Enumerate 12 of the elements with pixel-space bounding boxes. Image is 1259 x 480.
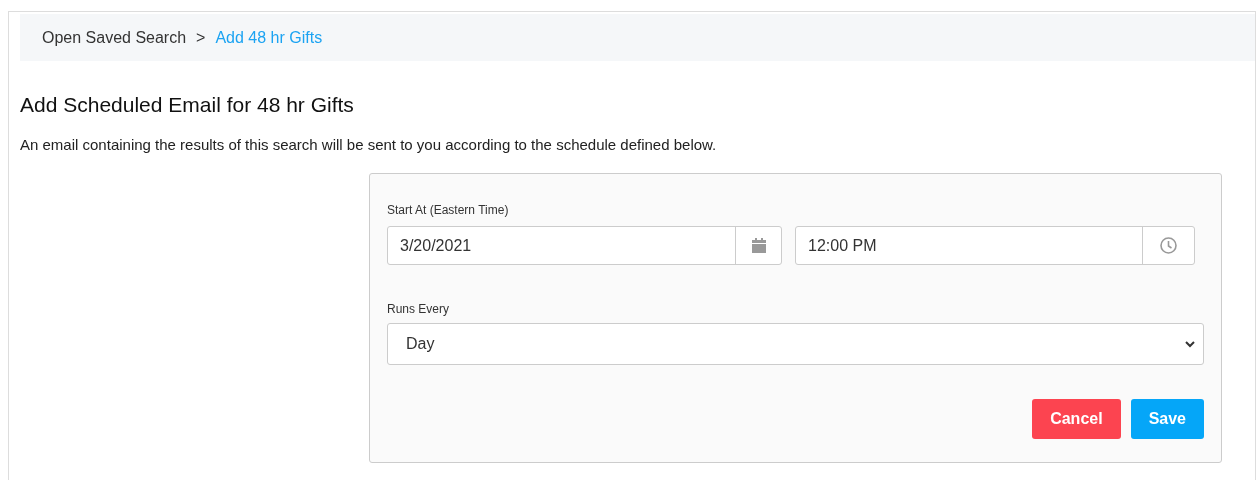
time-field[interactable]: 12:00 PM xyxy=(795,226,1195,265)
page-title: Add Scheduled Email for 48 hr Gifts xyxy=(20,92,355,118)
date-field[interactable]: 3/20/2021 xyxy=(387,226,782,265)
chevron-down-icon xyxy=(1185,340,1195,348)
clock-icon xyxy=(1160,237,1177,254)
description: An email containing the results of this search will be sent to you according to the schedule defined below. xyxy=(20,135,718,155)
breadcrumb-link[interactable]: Open Saved Search xyxy=(42,25,187,50)
calendar-icon xyxy=(751,238,766,253)
frequency-select[interactable]: Day xyxy=(387,323,1204,365)
breadcrumb-separator: > xyxy=(196,27,206,48)
field-label: Start At (Eastern Time) xyxy=(387,202,510,218)
field-label: Runs Every xyxy=(387,301,451,317)
